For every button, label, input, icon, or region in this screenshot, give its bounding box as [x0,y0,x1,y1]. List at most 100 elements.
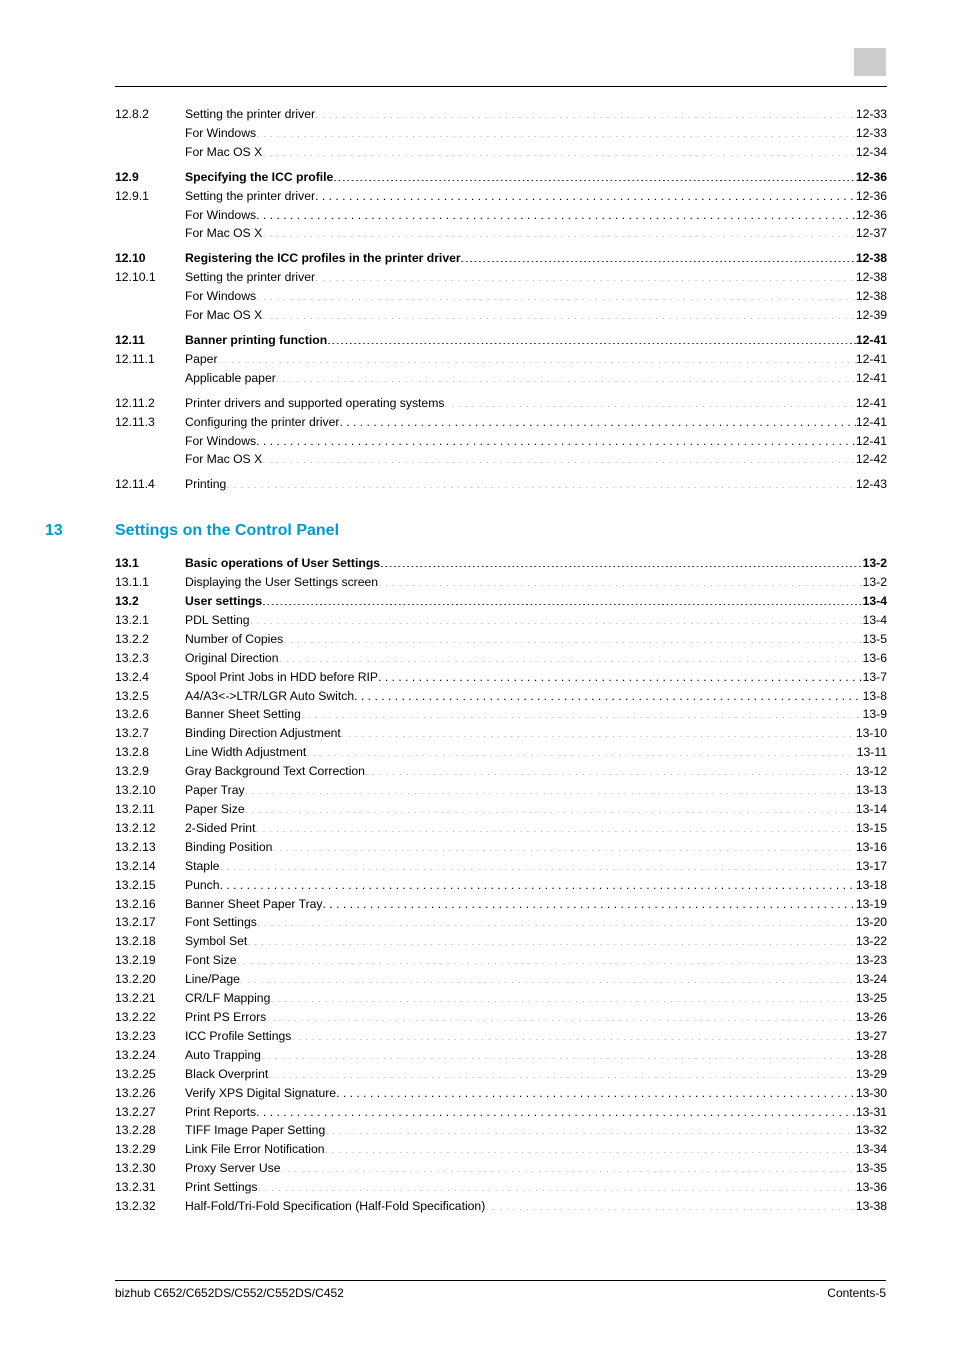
toc-entry: 13.2.31Print Settings 13-36 [115,1178,887,1197]
toc-leader-dots [255,820,855,832]
toc-entry-number: 13.2.32 [115,1197,185,1216]
toc-entry-number: 13.2.10 [115,781,185,800]
toc-leader-dots [250,612,863,624]
toc-entry-number: 13.2.7 [115,724,185,743]
toc-leader-dots [276,370,856,382]
toc-entry: For Mac OS X 12-34 [115,143,887,162]
section-heading: 13Settings on the Control Panel [45,522,887,540]
section-title: Settings on the Control Panel [115,522,339,539]
toc-entry-page: 13-7 [863,668,887,687]
toc-entry-page: 13-20 [856,913,887,932]
toc-entry-title: For Windows [185,124,256,143]
toc-entry-page: 12-43 [856,475,887,494]
toc-entry-page: 13-2 [863,573,887,592]
toc-leader-dots [262,144,856,156]
toc-entry: 13.2.11Paper Size 13-14 [115,800,887,819]
toc-entry-page: 13-31 [856,1103,887,1122]
toc-leader-dots [301,706,863,718]
toc-leader-dots [485,1198,856,1210]
toc-leader-dots [262,225,856,237]
toc-entry-title: Setting the printer driver [185,268,315,287]
toc-entry-number: 13.2.23 [115,1027,185,1046]
toc-entry-page: 13-23 [856,951,887,970]
toc-entry: 13.2.29Link File Error Notification 13-3… [115,1140,887,1159]
toc-entry-number: 13.2.13 [115,838,185,857]
toc-entry-number: 13.2.31 [115,1178,185,1197]
section-number: 13 [45,522,115,540]
toc-entry-number: 12.11.4 [115,475,185,494]
toc-entry-page: 13-26 [856,1008,887,1027]
toc-entry-title: Link File Error Notification [185,1140,325,1159]
toc-entry-title: Print PS Errors [185,1008,266,1027]
toc-entry: 13.2.32Half-Fold/Tri-Fold Specification … [115,1197,887,1216]
toc-entry-title: Line/Page [185,970,240,989]
toc-entry-title: Banner printing function [185,331,327,350]
toc-entry: 12.11Banner printing function 12-41 [115,331,887,350]
toc-entry-number: 13.2.11 [115,800,185,819]
toc-entry-number: 13.2.29 [115,1140,185,1159]
toc-entry-number: 12.8.2 [115,105,185,124]
toc-entry-number: 13.2.9 [115,762,185,781]
toc-entry-page: 12-37 [856,224,887,243]
footer-product: bizhub C652/C652DS/C552/C552DS/C452 [115,1286,344,1300]
toc-entry: 13.2.16Banner Sheet Paper Tray 13-19 [115,895,887,914]
toc-entry-page: 13-35 [856,1159,887,1178]
toc-entry-title: Printing [185,475,226,494]
toc-leader-dots [325,1141,856,1153]
toc-entry: 13.2.17Font Settings 13-20 [115,913,887,932]
toc-entry-title: Displaying the User Settings screen [185,573,378,592]
toc-entry-title: Registering the ICC profiles in the prin… [185,249,461,268]
toc-entry-page: 13-15 [856,819,887,838]
toc-entry-page: 12-38 [856,287,887,306]
toc-entry-title: Staple [185,857,220,876]
toc-leader-dots [339,413,855,425]
toc-leader-dots [325,1122,856,1134]
footer-pagenum: Contents-5 [827,1286,886,1300]
toc-entry-number: 13.2.15 [115,876,185,895]
toc-entry-page: 13-2 [863,554,887,573]
toc-entry: 13.2.18Symbol Set 13-22 [115,932,887,951]
toc-entry-page: 12-41 [856,369,887,388]
toc-page: 12.8.2 Setting the printer driver 12-33 Fo… [115,86,887,1216]
toc-entry-page: 13-17 [856,857,887,876]
toc-entry: 12.11.3Configuring the printer driver 12… [115,413,887,432]
toc-entry-page: 13-13 [856,781,887,800]
toc-entry: 12.9.1Setting the printer driver 12-36 [115,187,887,206]
toc-entry: 13.2.28TIFF Image Paper Setting 13-32 [115,1121,887,1140]
toc-leader-dots [226,476,856,488]
toc-leader-dots [245,801,856,813]
toc-entry-title: Applicable paper [185,369,276,388]
toc-entry-page: 13-6 [863,649,887,668]
toc-entry-page: 13-30 [856,1084,887,1103]
toc-leader-dots [327,332,856,344]
toc-leader-dots [266,1009,856,1021]
toc-entry-number: 13.2.6 [115,705,185,724]
toc-entry-title: Print Reports [185,1103,256,1122]
page-footer: bizhub C652/C652DS/C552/C552DS/C452 Cont… [115,1280,886,1300]
toc-entry-page: 12-36 [856,187,887,206]
toc-entry-page: 12-38 [856,249,887,268]
toc-entry-number: 13.2.30 [115,1159,185,1178]
toc-entry-title: Basic operations of User Settings [185,554,380,573]
toc-entry-title: A4/A3<->LTR/LGR Auto Switch [185,687,354,706]
toc-entry-title: Number of Copies [185,630,283,649]
toc-entry: 13.2.3Original Direction 13-6 [115,649,887,668]
toc-leader-dots [272,839,855,851]
toc-entry: 12.11.1Paper 12-41 [115,350,887,369]
toc-entry: 13.2.10Paper Tray 13-13 [115,781,887,800]
toc-entry-page: 12-33 [856,105,887,124]
toc-entry-page: 13-9 [863,705,887,724]
toc-leader-dots [218,351,856,363]
toc-entry-number: 13.2.20 [115,970,185,989]
toc-entry-title: Binding Direction Adjustment [185,724,341,743]
toc-entry-number: 12.11.2 [115,394,185,413]
toc-entry-title: 2-Sided Print [185,819,255,838]
toc-leader-dots [247,933,856,945]
toc-leader-dots [236,952,855,964]
toc-entry: 13.2.22Print PS Errors 13-26 [115,1008,887,1027]
toc-entry-page: 12-41 [856,394,887,413]
toc-entry-page: 13-36 [856,1178,887,1197]
toc-leader-dots [378,574,863,586]
toc-leader-dots [256,125,856,137]
toc-entry-title: CR/LF Mapping [185,989,270,1008]
